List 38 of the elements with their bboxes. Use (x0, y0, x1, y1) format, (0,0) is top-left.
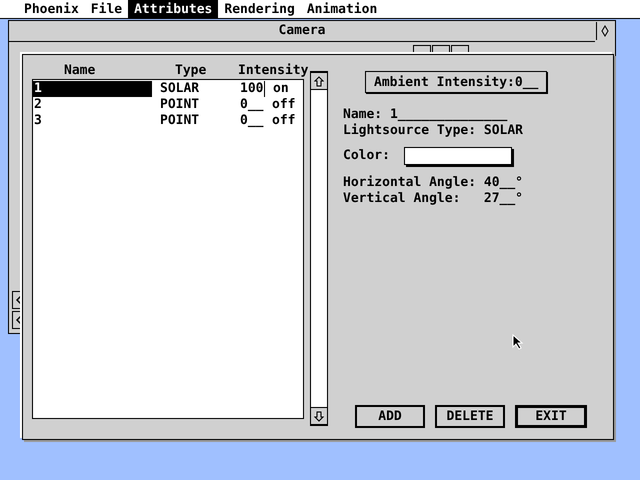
menu-item[interactable]: Attributes (128, 0, 218, 18)
color-swatch[interactable] (404, 147, 512, 165)
table-cell: off (272, 97, 296, 113)
vertical-angle-field[interactable]: Vertical Angle: 27__° (343, 191, 587, 207)
column-header: Name (64, 63, 96, 79)
dialog-button[interactable]: ADD (355, 405, 425, 428)
horizontal-angle-field[interactable]: Horizontal Angle: 40__° (343, 175, 587, 191)
menu-item[interactable]: Phoenix (18, 0, 85, 18)
menu-item[interactable]: File (84, 0, 128, 18)
table-cell: 0__ (240, 97, 264, 113)
dialog-button[interactable]: EXIT (515, 405, 587, 428)
up-arrow-icon (314, 76, 324, 86)
window-title[interactable]: Camera (9, 21, 595, 42)
diamond-icon (601, 25, 609, 37)
table-cell: 0__ (240, 113, 264, 129)
table-cell-text: POINT (160, 113, 200, 129)
scroll-up-button[interactable] (311, 72, 327, 90)
lightsource-type-label: Lightsource Type: SOLAR (343, 123, 524, 139)
scroll-bar[interactable] (310, 71, 328, 426)
mouse-pointer-icon (512, 334, 524, 350)
name-field[interactable]: Name: 1______________ (343, 107, 587, 123)
list-item[interactable]: 3 (33, 113, 152, 129)
column-header: Intensity (238, 63, 310, 79)
dialog-button[interactable]: DELETE (435, 405, 505, 428)
table-cell: on (273, 81, 289, 97)
list-item[interactable]: 1 (33, 81, 152, 97)
column-header: Type (175, 63, 208, 79)
ambient-intensity-button[interactable]: Ambient Intensity:0__ (365, 71, 548, 93)
list-item[interactable]: 2 (33, 97, 152, 113)
menu-item[interactable]: Animation (300, 0, 384, 18)
table-cell-text: POINT (160, 97, 200, 113)
table-cell: 100 (240, 81, 265, 97)
scroll-down-button[interactable] (311, 407, 327, 425)
menu-item[interactable]: Rendering (218, 0, 301, 18)
down-arrow-icon (314, 410, 324, 422)
table-cell-text: SOLAR (160, 81, 200, 97)
color-label: Color: (343, 148, 390, 164)
table-cell: off (272, 113, 296, 129)
